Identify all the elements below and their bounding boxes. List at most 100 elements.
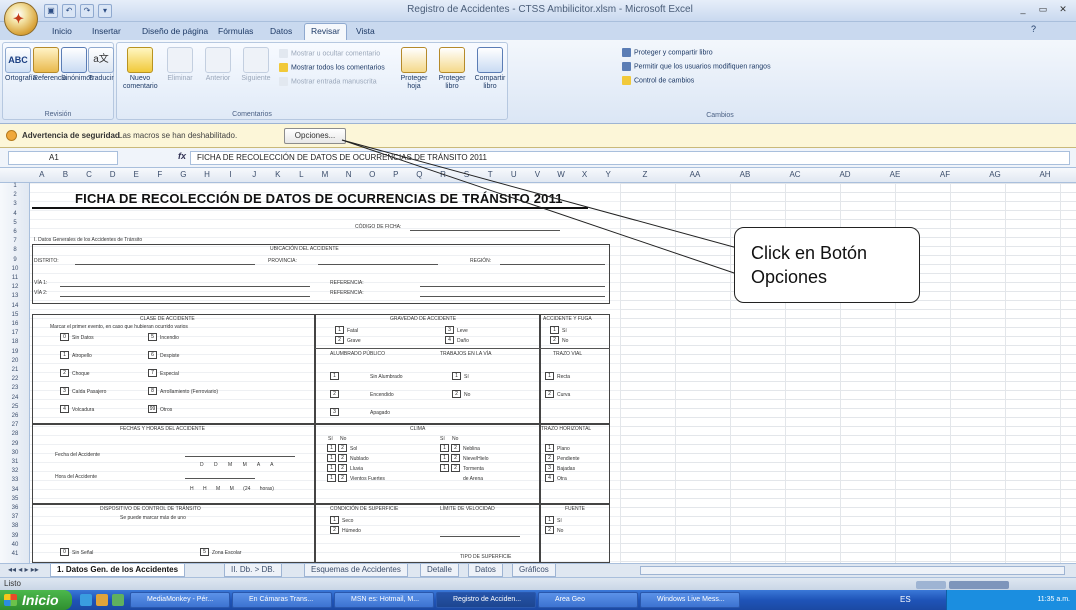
- clima-box[interactable]: 1: [440, 464, 449, 472]
- clase-code-box[interactable]: 5: [148, 333, 157, 341]
- clase-code-box[interactable]: 99: [148, 405, 157, 413]
- row-header[interactable]: 36: [0, 505, 30, 511]
- show-all-comments-button[interactable]: Mostrar todos los comentarios: [279, 63, 385, 72]
- protect-sheet-button[interactable]: Proteger hoja: [397, 47, 431, 91]
- row-header[interactable]: 39: [0, 533, 30, 539]
- sheet-tab[interactable]: II. Db. > DB.: [224, 564, 282, 577]
- show-hide-comment-button[interactable]: Mostrar u ocultar comentario: [279, 49, 380, 58]
- clase-code-box[interactable]: 7: [148, 369, 157, 377]
- clima-box[interactable]: 1: [327, 474, 336, 482]
- alumbrado-box-3[interactable]: 3: [330, 408, 339, 416]
- gravedad-box-4[interactable]: 4: [445, 336, 454, 344]
- clima-box[interactable]: 1: [440, 444, 449, 452]
- column-header[interactable]: X: [573, 170, 597, 179]
- column-header[interactable]: V: [526, 170, 550, 179]
- column-header[interactable]: AD: [820, 170, 870, 179]
- column-header[interactable]: F: [148, 170, 172, 179]
- protect-workbook-button[interactable]: Proteger libro: [435, 47, 469, 91]
- trazo-vial-box-2[interactable]: 2: [545, 390, 554, 398]
- clima-box[interactable]: 1: [440, 454, 449, 462]
- sheet-tab[interactable]: Datos: [468, 564, 503, 577]
- maximize-button[interactable]: ▭: [1034, 2, 1052, 16]
- row-header[interactable]: 25: [0, 404, 30, 410]
- row-header[interactable]: 27: [0, 422, 30, 428]
- show-ink-button[interactable]: Mostrar entrada manuscrita: [279, 77, 377, 86]
- tab-diseno[interactable]: Diseño de página: [142, 26, 208, 36]
- research-button[interactable]: Referencia: [33, 47, 67, 83]
- taskbar-item[interactable]: MediaMonkey - Pér...: [130, 592, 230, 608]
- tab-inicio[interactable]: Inicio: [52, 26, 72, 36]
- fuga-si-box[interactable]: 1: [550, 326, 559, 334]
- column-header[interactable]: AC: [770, 170, 820, 179]
- column-header[interactable]: K: [266, 170, 290, 179]
- tab-revisar[interactable]: Revisar: [304, 23, 347, 40]
- taskbar-item[interactable]: Windows Live Mess...: [640, 592, 740, 608]
- clima-box[interactable]: 1: [327, 464, 336, 472]
- row-header[interactable]: 2: [0, 192, 30, 198]
- track-changes-button[interactable]: Control de cambios: [622, 76, 694, 85]
- column-header[interactable]: H: [195, 170, 219, 179]
- fuente-box-1[interactable]: 1: [545, 516, 554, 524]
- close-button[interactable]: ✕: [1054, 2, 1072, 16]
- previous-comment-button[interactable]: Anterior: [201, 47, 235, 83]
- sheet-nav-icon[interactable]: ◂◂ ◂ ▸ ▸▸: [2, 564, 45, 577]
- delete-comment-button[interactable]: Eliminar: [163, 47, 197, 83]
- column-header[interactable]: U: [502, 170, 526, 179]
- alumbrado-box-2[interactable]: 2: [330, 390, 339, 398]
- column-header[interactable]: J: [242, 170, 266, 179]
- share-workbook-button[interactable]: Compartir libro: [473, 47, 507, 91]
- translate-button[interactable]: a文 Traducir: [88, 47, 114, 83]
- row-header[interactable]: 10: [0, 266, 30, 272]
- clima-box[interactable]: 2: [338, 474, 347, 482]
- start-button[interactable]: Inicio: [0, 590, 72, 610]
- row-header[interactable]: 29: [0, 441, 30, 447]
- function-icon[interactable]: fx: [178, 151, 186, 161]
- trazo-vial-box-1[interactable]: 1: [545, 372, 554, 380]
- tab-formulas[interactable]: Fórmulas: [218, 26, 253, 36]
- clase-code-box[interactable]: 1: [60, 351, 69, 359]
- column-header[interactable]: T: [478, 170, 502, 179]
- customize-qat-icon[interactable]: ▾: [98, 4, 112, 18]
- column-header[interactable]: Y: [596, 170, 620, 179]
- column-header[interactable]: L: [290, 170, 314, 179]
- column-header[interactable]: R: [431, 170, 455, 179]
- zona-escolar-box[interactable]: 5: [200, 548, 209, 556]
- column-header[interactable]: AA: [670, 170, 720, 179]
- clase-code-box[interactable]: 6: [148, 351, 157, 359]
- row-header[interactable]: 11: [0, 275, 30, 281]
- row-header[interactable]: 31: [0, 459, 30, 465]
- column-header[interactable]: A: [30, 170, 54, 179]
- column-header[interactable]: E: [124, 170, 148, 179]
- row-header[interactable]: 7: [0, 238, 30, 244]
- row-header[interactable]: 20: [0, 358, 30, 364]
- column-header[interactable]: G: [172, 170, 196, 179]
- row-header[interactable]: 30: [0, 450, 30, 456]
- horizontal-box[interactable]: 1: [545, 444, 554, 452]
- clase-code-box[interactable]: 2: [60, 369, 69, 377]
- row-header[interactable]: 22: [0, 376, 30, 382]
- sheet-tab[interactable]: 1. Datos Gen. de los Accidentes: [50, 564, 186, 577]
- condicion-box-2[interactable]: 2: [330, 526, 339, 534]
- name-box[interactable]: A1: [8, 151, 118, 165]
- row-header[interactable]: 38: [0, 523, 30, 529]
- column-header[interactable]: Z: [620, 170, 670, 179]
- row-header[interactable]: 32: [0, 468, 30, 474]
- options-button[interactable]: Opciones...: [284, 128, 346, 144]
- column-header[interactable]: AB: [720, 170, 770, 179]
- trabajos-no-box[interactable]: 2: [452, 390, 461, 398]
- allow-edit-ranges-button[interactable]: Permitir que los usuarios modifiquen ran…: [622, 62, 771, 71]
- new-comment-button[interactable]: Nuevo comentario: [123, 47, 158, 91]
- column-header[interactable]: O: [360, 170, 384, 179]
- horizontal-scrollbar[interactable]: [640, 566, 1065, 575]
- thesaurus-button[interactable]: Sinónimos: [61, 47, 94, 83]
- column-header[interactable]: B: [54, 170, 78, 179]
- column-header[interactable]: AE: [870, 170, 920, 179]
- row-header[interactable]: 15: [0, 312, 30, 318]
- gravedad-box-3[interactable]: 3: [445, 326, 454, 334]
- column-header[interactable]: N: [337, 170, 361, 179]
- column-header[interactable]: I: [219, 170, 243, 179]
- column-header[interactable]: D: [101, 170, 125, 179]
- column-header[interactable]: AH: [1020, 170, 1070, 179]
- column-header[interactable]: P: [384, 170, 408, 179]
- clima-box[interactable]: 2: [451, 454, 460, 462]
